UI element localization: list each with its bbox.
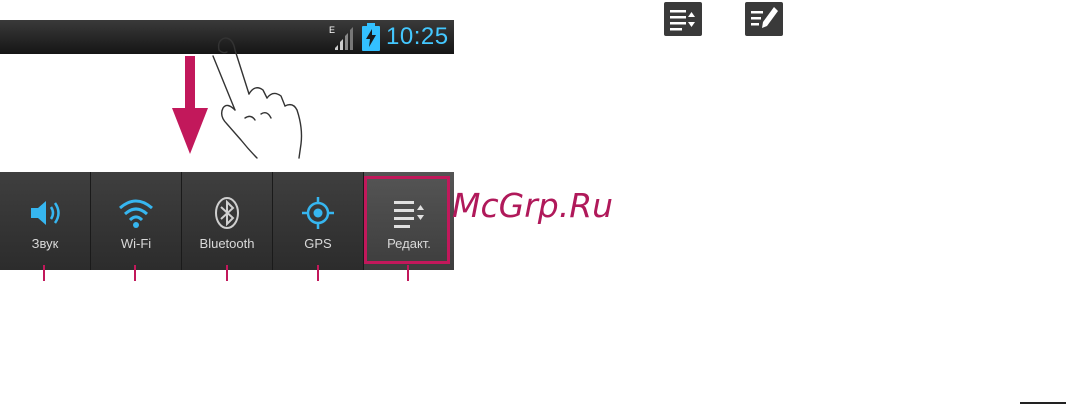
volume-icon (31, 201, 60, 225)
edit-pen-icon (751, 7, 778, 28)
callout-line (134, 265, 136, 281)
tile-label: Bluetooth (199, 236, 255, 251)
quick-setting-bluetooth[interactable]: Bluetooth (182, 172, 273, 270)
callout-line (43, 265, 45, 281)
callout-line (407, 265, 409, 281)
quick-setting-sound[interactable]: Звук (0, 172, 91, 270)
edit-list-reference (664, 2, 702, 36)
status-clock: 10:25 (386, 23, 449, 50)
signal-strength-icon: E (329, 25, 353, 50)
edit-highlight-frame (364, 176, 450, 264)
gps-icon (302, 197, 334, 229)
hand-swipe-icon (212, 37, 303, 159)
callout-line (226, 265, 228, 281)
callout-line (317, 265, 319, 281)
divider (1020, 402, 1066, 404)
tile-label: GPS (304, 236, 332, 251)
quick-setting-wifi[interactable]: Wi-Fi (91, 172, 182, 270)
quick-setting-gps[interactable]: GPS (273, 172, 364, 270)
edit-list-icon (670, 10, 695, 31)
edit-pen-reference (745, 2, 783, 36)
swipe-down-arrow-icon (172, 56, 208, 154)
battery-charging-icon (362, 23, 380, 51)
tile-label: Звук (31, 236, 59, 251)
network-type-label: E (329, 25, 335, 35)
tile-label: Wi-Fi (120, 236, 152, 251)
wifi-icon (119, 199, 153, 228)
bluetooth-icon (215, 197, 239, 229)
watermark: McGrp.Ru (452, 186, 614, 225)
